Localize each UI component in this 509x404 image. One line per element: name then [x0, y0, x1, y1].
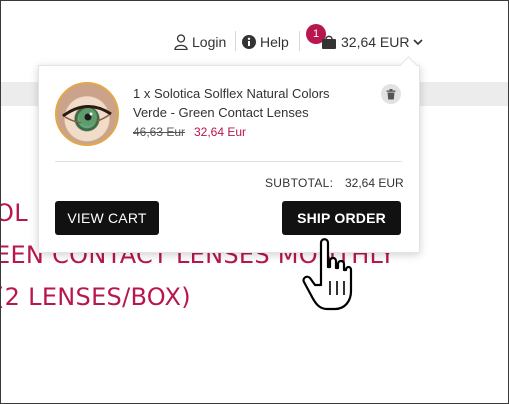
dropdown-caret [399, 56, 418, 75]
page-frame: Login Help 1 32,64 EUR OL EEN CONTACT LE… [0, 0, 509, 404]
product-title-line-3: (2 LENSES/BOX) [0, 283, 191, 311]
shopping-bag-icon [322, 35, 336, 49]
login-link[interactable]: Login [174, 32, 226, 52]
cart-total: 32,64 EUR [341, 34, 410, 50]
pointer-hand-icon [302, 238, 353, 311]
user-icon [174, 34, 188, 50]
chevron-down-icon [413, 39, 424, 46]
product-title-line-1: OL [1, 199, 28, 227]
remove-item-button[interactable] [381, 84, 401, 104]
login-label: Login [192, 34, 227, 50]
cart-dropdown: 1 x Solotica Solflex Natural Colors Verd… [38, 56, 420, 253]
subtotal-label: SUBTOTAL: [265, 176, 334, 190]
header-separator [299, 31, 300, 51]
eye-image [62, 105, 112, 126]
ship-order-button[interactable]: SHIP ORDER [282, 201, 401, 235]
dropdown-divider [55, 161, 402, 162]
view-cart-button[interactable]: VIEW CART [55, 201, 159, 235]
product-thumbnail[interactable] [55, 82, 119, 146]
help-link[interactable]: Help [242, 32, 289, 52]
help-label: Help [260, 34, 289, 50]
header-separator [235, 31, 236, 51]
cart-item-name[interactable]: 1 x Solotica Solflex Natural Colors Verd… [133, 84, 363, 122]
cart-button[interactable]: 32,64 EUR [321, 32, 427, 52]
info-icon [242, 35, 256, 49]
trash-icon [386, 88, 396, 99]
cart-item-old-price: 46,63 Eur [133, 125, 186, 139]
cart-item-price: 32,64 Eur [194, 125, 247, 139]
subtotal-value: 32,64 EUR [345, 176, 404, 190]
